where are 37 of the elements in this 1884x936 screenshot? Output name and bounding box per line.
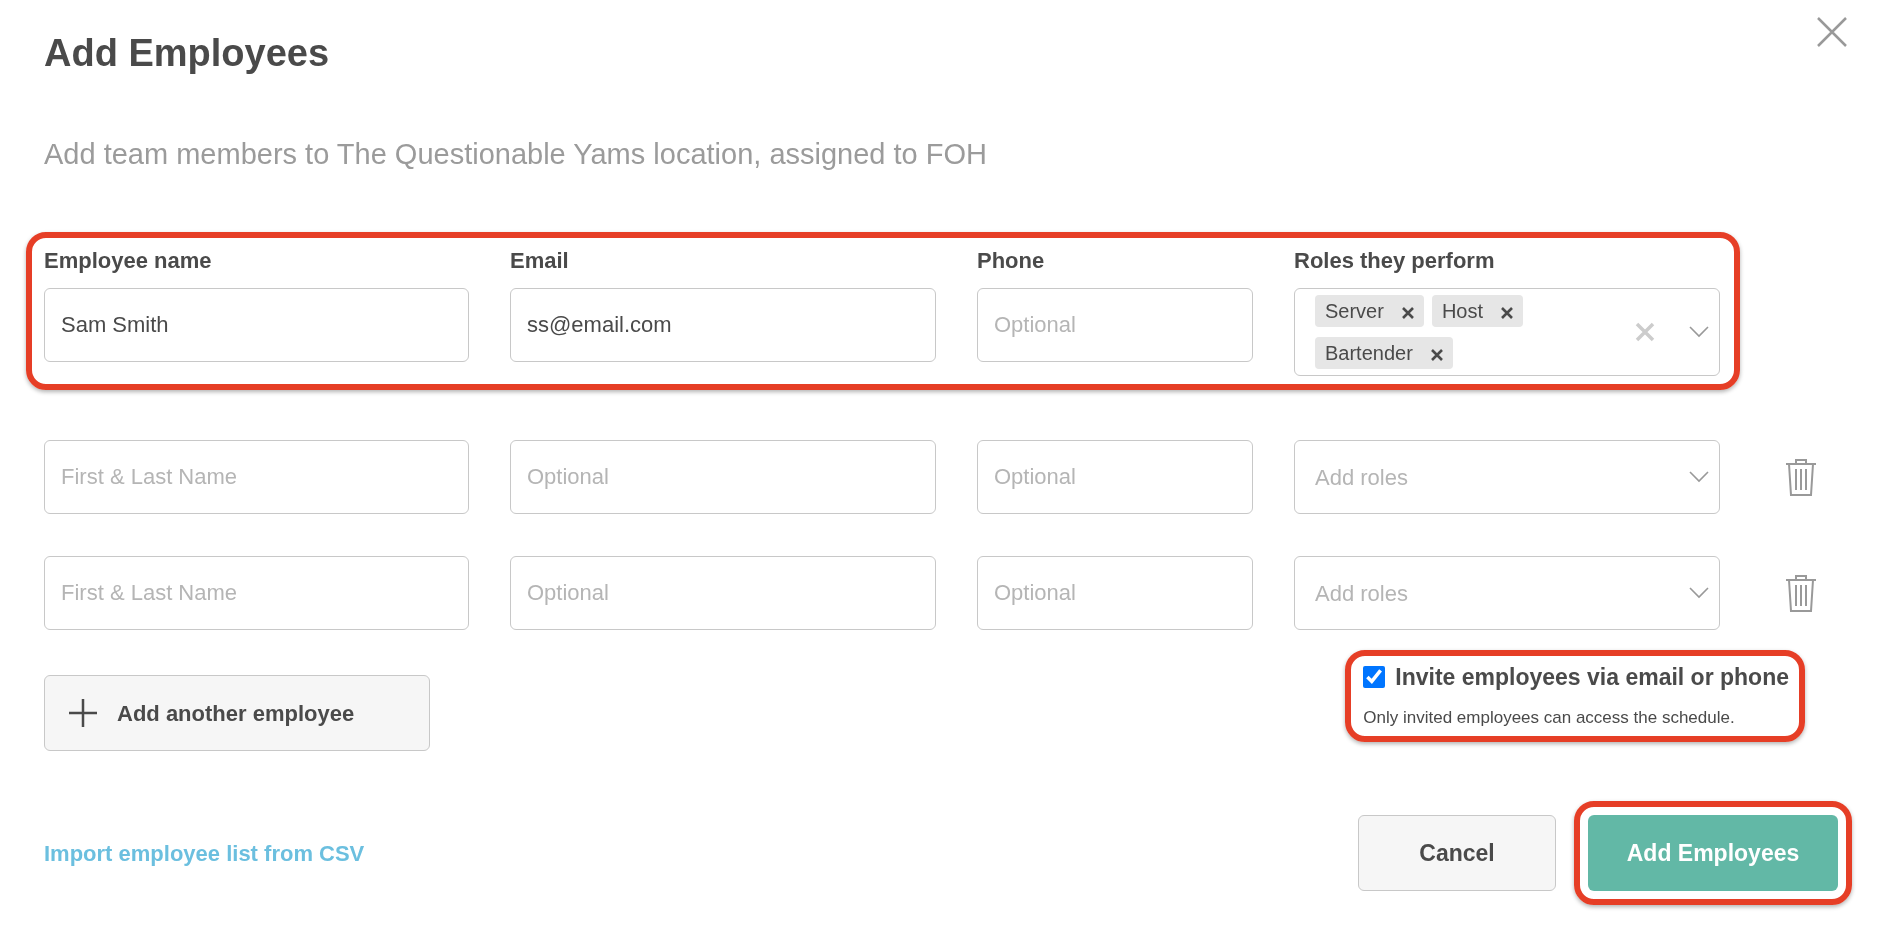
phone-field[interactable]: Optional [977, 288, 1253, 362]
column-label: Phone [977, 247, 1046, 275]
email-field[interactable]: Optional [510, 556, 936, 630]
plus-icon [69, 699, 97, 727]
column-label: Email [510, 247, 570, 275]
invite-note: Only invited employees can access the schedule. [1363, 706, 1736, 729]
trash-icon[interactable] [1785, 458, 1817, 496]
remove-icon[interactable] [1501, 306, 1514, 319]
invite-label: Invite employees via email or phone [1395, 663, 1789, 692]
invite-checkbox[interactable] [1363, 666, 1386, 689]
cancel-button[interactable]: Cancel [1358, 815, 1556, 891]
remove-icon[interactable] [1430, 348, 1443, 361]
close-button[interactable] [1816, 16, 1848, 48]
remove-icon[interactable] [1401, 306, 1414, 319]
chevron-down-icon[interactable] [1689, 587, 1709, 599]
trash-icon[interactable] [1785, 574, 1817, 612]
name-field[interactable]: First & Last Name [44, 556, 469, 630]
role-tag[interactable]: Host [1431, 295, 1524, 327]
dialog-title: Add Employees [44, 31, 330, 76]
column-label: Employee name [44, 247, 213, 275]
roles-placeholder: Add roles [1315, 579, 1409, 608]
phone-field[interactable]: Optional [977, 556, 1253, 630]
role-tag[interactable]: Bartender [1315, 337, 1453, 369]
roles-placeholder: Add roles [1315, 463, 1409, 492]
role-tag[interactable]: Server [1315, 295, 1424, 327]
email-field[interactable]: Optional [510, 440, 936, 514]
chevron-down-icon[interactable] [1689, 471, 1709, 483]
roles-select[interactable]: Server Host Bartender [1294, 288, 1720, 376]
close-icon [1816, 16, 1848, 48]
phone-field[interactable]: Optional [977, 440, 1253, 514]
email-field[interactable]: ss@email.com [510, 288, 936, 362]
dialog-subtitle: Add team members to The Questionable Yams location, assigned to FOH [44, 137, 988, 172]
column-label: Roles they perform [1294, 247, 1496, 275]
add-employee-button[interactable]: Add another employee [44, 675, 430, 751]
chevron-down-icon[interactable] [1689, 326, 1709, 338]
name-field[interactable]: Sam Smith [44, 288, 469, 362]
name-field[interactable]: First & Last Name [44, 440, 469, 514]
